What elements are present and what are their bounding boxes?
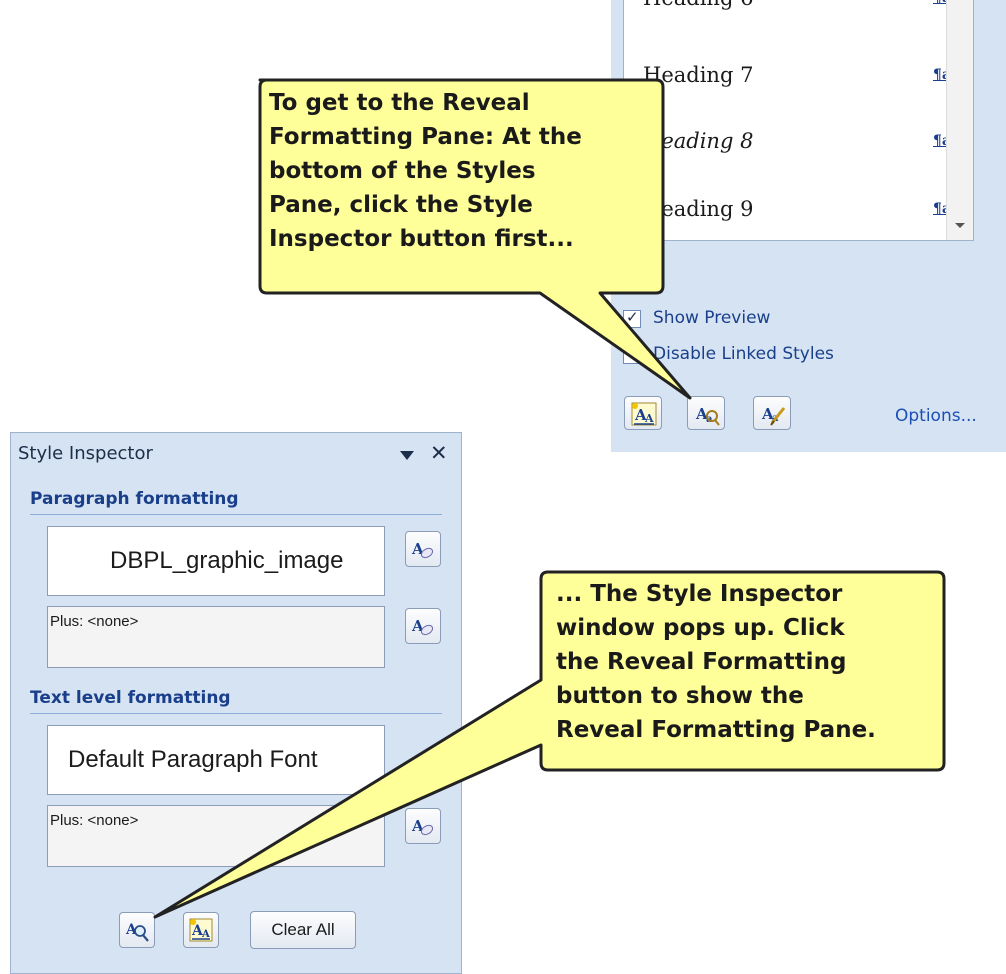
style-item-label: Heading 7 bbox=[643, 63, 754, 87]
checkbox-box[interactable] bbox=[623, 346, 641, 364]
callout-line: Inspector button first... bbox=[269, 226, 574, 252]
style-item-heading-9[interactable]: Heading 9 ¶a bbox=[624, 175, 951, 240]
new-style-icon: A A bbox=[631, 402, 657, 426]
clear-paragraph-formatting-button[interactable]: A bbox=[405, 608, 441, 644]
style-item-label: Heading 9 bbox=[643, 197, 754, 221]
section-divider bbox=[30, 713, 442, 714]
text-plus-box: Plus: <none> bbox=[47, 805, 385, 867]
pane-menu-icon[interactable] bbox=[400, 451, 414, 460]
paragraph-plus-text: Plus: <none> bbox=[50, 613, 139, 630]
clear-all-button[interactable]: Clear All bbox=[250, 911, 356, 949]
top-callout-text: To get to the Reveal Formatting Pane: At… bbox=[269, 86, 582, 256]
disable-linked-styles-checkbox[interactable]: Disable Linked Styles bbox=[623, 342, 953, 368]
styles-pane: Heading 6 ¶a Heading 7 ¶a Heading 8 ¶a H… bbox=[611, 0, 1006, 452]
section-divider bbox=[30, 514, 442, 515]
callout-line: To get to the Reveal bbox=[269, 90, 530, 116]
styles-scrollbar[interactable] bbox=[946, 0, 973, 240]
close-icon[interactable]: ✕ bbox=[430, 441, 448, 465]
eraser-icon: A bbox=[411, 817, 434, 836]
style-inspector-button[interactable]: A a bbox=[687, 396, 725, 430]
paragraph-formatting-header: Paragraph formatting bbox=[30, 489, 239, 509]
text-style-name: Default Paragraph Font bbox=[68, 746, 318, 773]
manage-styles-icon: A a bbox=[761, 405, 786, 426]
callout-line: Reveal Formatting Pane. bbox=[556, 717, 876, 743]
manage-styles-button[interactable]: A a bbox=[753, 396, 791, 430]
callout-line: ... The Style Inspector bbox=[556, 581, 843, 607]
new-style-button[interactable]: A A bbox=[183, 912, 219, 948]
checkbox-box[interactable]: ✓ bbox=[623, 308, 641, 328]
svg-text:A: A bbox=[644, 412, 654, 425]
style-item-heading-7[interactable]: Heading 7 ¶a bbox=[624, 41, 951, 109]
callout-line: bottom of the Styles bbox=[269, 158, 536, 184]
callout-line: Pane, click the Style bbox=[269, 192, 533, 218]
style-item-label: Heading 8 bbox=[643, 129, 754, 153]
reveal-formatting-button[interactable]: A bbox=[119, 912, 155, 948]
style-inspector-icon: A a bbox=[695, 405, 720, 426]
scroll-down-icon[interactable] bbox=[955, 223, 965, 228]
eraser-icon: A bbox=[411, 617, 434, 636]
checkmark-icon: ✓ bbox=[626, 308, 639, 326]
style-inspector-title: Style Inspector bbox=[18, 443, 153, 464]
new-style-button[interactable]: A A bbox=[624, 396, 662, 430]
callout-line: button to show the bbox=[556, 683, 804, 709]
style-inspector-pane: Style Inspector ✕ Paragraph formatting D… bbox=[10, 432, 462, 974]
text-level-formatting-header: Text level formatting bbox=[30, 688, 231, 708]
disable-linked-styles-label: Disable Linked Styles bbox=[653, 344, 834, 364]
text-plus-text: Plus: <none> bbox=[50, 812, 139, 829]
style-item-heading-6[interactable]: Heading 6 ¶a bbox=[624, 0, 951, 32]
bottom-callout-text: ... The Style Inspector window pops up. … bbox=[556, 577, 876, 747]
callout-line: Formatting Pane: At the bbox=[269, 124, 582, 150]
show-preview-label: Show Preview bbox=[653, 308, 771, 328]
style-item-heading-8[interactable]: Heading 8 ¶a bbox=[624, 107, 951, 175]
paragraph-style-box[interactable]: DBPL_graphic_image bbox=[47, 526, 385, 596]
clear-text-formatting-button[interactable]: A bbox=[405, 808, 441, 844]
eraser-icon: A bbox=[411, 540, 434, 559]
callout-line: the Reveal Formatting bbox=[556, 649, 847, 675]
style-item-label: Heading 6 bbox=[643, 0, 753, 10]
styles-list[interactable]: Heading 6 ¶a Heading 7 ¶a Heading 8 ¶a H… bbox=[623, 0, 974, 241]
options-link[interactable]: Options... bbox=[895, 406, 977, 426]
callout-line: window pops up. Click bbox=[556, 615, 845, 641]
reset-paragraph-style-button[interactable]: A bbox=[405, 531, 441, 567]
reveal-formatting-icon: A bbox=[125, 922, 149, 942]
paragraph-plus-box: Plus: <none> bbox=[47, 606, 385, 668]
paragraph-style-name: DBPL_graphic_image bbox=[110, 547, 344, 574]
show-preview-checkbox[interactable]: ✓ Show Preview bbox=[623, 306, 953, 332]
text-style-box[interactable]: Default Paragraph Font bbox=[47, 725, 385, 795]
new-style-icon: A A bbox=[189, 918, 213, 942]
